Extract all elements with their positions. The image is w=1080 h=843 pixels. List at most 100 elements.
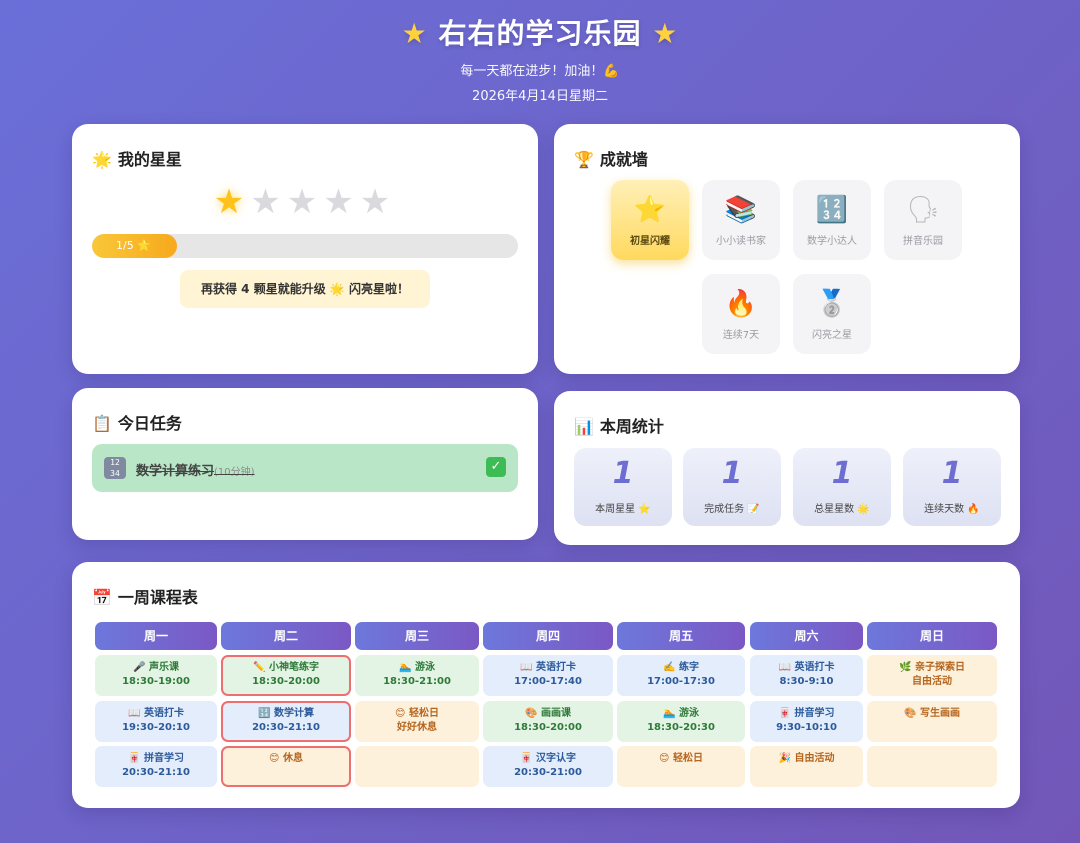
- badge-label: 拼音乐园: [903, 236, 943, 247]
- day-header: 周二: [221, 622, 351, 650]
- star-rating: ★★★★★: [72, 182, 538, 222]
- my-stars-card: 🌟 我的星星 ★★★★★ 1/5 ⭐ 再获得 4 颗星就能升级 🌟 闪亮星啦！: [72, 124, 538, 374]
- class-name: 🀄 拼音学习: [128, 753, 184, 764]
- class-name: 😊 轻松日: [395, 708, 439, 719]
- week-stats-card: 📊 本周统计 1 本周星星 ⭐ 1 完成任务 📝 1 总星星数 🌟 1 连续天数 …: [554, 391, 1020, 545]
- progress-fill: 1/5 ⭐: [92, 234, 178, 258]
- class-time: 20:30-21:10: [252, 722, 320, 733]
- class-name: 🌿 亲子探索日: [899, 662, 965, 673]
- schedule-cell[interactable]: 🀄 汉字认字 20:30-21:00: [483, 746, 613, 787]
- class-name: 🏊 游泳: [663, 708, 699, 719]
- day-header: 周四: [483, 622, 613, 650]
- class-time: 17:00-17:30: [647, 676, 715, 687]
- schedule-cell[interactable]: ✏️ 小神笔练字 18:30-20:00: [221, 655, 351, 696]
- class-time: 18:30-20:00: [252, 676, 320, 687]
- badge-icon: 📚: [724, 195, 758, 225]
- schedule-cell[interactable]: 😊 休息: [221, 746, 351, 787]
- class-name: 📖 英语打卡: [778, 662, 835, 673]
- badge-icon: 🥈: [815, 289, 849, 319]
- current-date: 2026年4月14日星期二: [472, 89, 608, 104]
- class-name: ✍️ 练字: [663, 662, 699, 673]
- schedule-cell[interactable]: 🏊 游泳 18:30-21:00: [355, 655, 479, 696]
- class-time: 18:30-19:00: [122, 676, 190, 687]
- class-name: 📖 英语打卡: [128, 708, 184, 719]
- card-title: 🏆 成就墙: [574, 150, 648, 169]
- schedule-cell[interactable]: 🀄 拼音学习 9:30-10:10: [750, 701, 863, 742]
- badge-icon: 🗣: [906, 195, 940, 225]
- badge-label: 闪亮之星: [812, 330, 852, 341]
- schedule-cell[interactable]: 😊 轻松日 好好休息: [355, 701, 479, 742]
- schedule-cell[interactable]: 🎉 自由活动: [750, 746, 863, 787]
- class-time: 17:00-17:40: [514, 676, 582, 687]
- task-item[interactable]: 12 34 数学计算练习(10分钟) ✓: [92, 444, 518, 492]
- day-header: 周五: [617, 622, 745, 650]
- stat-value: 1: [941, 456, 963, 491]
- schedule-cell[interactable]: 📖 英语打卡 17:00-17:40: [483, 655, 613, 696]
- page-title-text: 右右的学习乐园: [438, 17, 642, 50]
- badge-7-day-streak[interactable]: 🔥 连续7天: [702, 274, 780, 354]
- badge-first-star[interactable]: ⭐ 初星闪耀: [611, 180, 689, 260]
- badge-shining-star[interactable]: 🥈 闪亮之星: [793, 274, 871, 354]
- badge-math-master[interactable]: 🔢 数学小达人: [793, 180, 871, 260]
- class-time: 19:30-20:10: [122, 722, 190, 733]
- badge-label: 初星闪耀: [630, 236, 670, 247]
- card-title: 📋 今日任务: [92, 414, 182, 433]
- class-time: 自由活动: [912, 676, 952, 687]
- schedule-cell[interactable]: 🔢 数学计算 20:30-21:10: [221, 701, 351, 742]
- star-progress-bar: 1/5 ⭐: [92, 234, 518, 258]
- class-time: 20:30-21:10: [122, 767, 190, 778]
- schedule-cell-empty: [355, 746, 479, 787]
- page-header: ★ 右右的学习乐园 ★ 每一天都在进步！加油！💪 2026年4月14日星期二: [0, 12, 1080, 104]
- day-header: 周日: [867, 622, 997, 650]
- class-name: 🀄 拼音学习: [778, 708, 835, 719]
- class-name: 😊 轻松日: [659, 753, 703, 764]
- badge-label: 数学小达人: [807, 236, 857, 247]
- schedule-cell[interactable]: 😊 轻松日: [617, 746, 745, 787]
- schedule-cell[interactable]: 🏊 游泳 18:30-20:30: [617, 701, 745, 742]
- check-icon[interactable]: ✓: [486, 457, 506, 477]
- schedule-cell-empty: [867, 746, 997, 787]
- schedule-cell[interactable]: 🎨 画画课 18:30-20:00: [483, 701, 613, 742]
- class-name: 🎤 声乐课: [133, 662, 179, 673]
- achievement-wall-card: 🏆 成就墙 ⭐ 初星闪耀 📚 小小读书家 🔢 数学小达人 🗣 拼音乐园 🔥 连续7天 🥈 闪亮之星: [554, 124, 1020, 374]
- schedule-cell[interactable]: 🌿 亲子探索日 自由活动: [867, 655, 997, 696]
- badge-pinyin-park[interactable]: 🗣 拼音乐园: [884, 180, 962, 260]
- class-name: 🎉 自由活动: [778, 753, 835, 764]
- class-name: 🔢 数学计算: [258, 708, 314, 719]
- badge-icon: ⭐: [633, 195, 667, 225]
- star-icon: ★: [401, 17, 428, 50]
- schedule-cell[interactable]: 📖 英语打卡 8:30-9:10: [750, 655, 863, 696]
- schedule-cell[interactable]: 📖 英语打卡 19:30-20:10: [95, 701, 217, 742]
- schedule-cell[interactable]: 🎤 声乐课 18:30-19:00: [95, 655, 217, 696]
- stat-streak-days: 1 连续天数 🔥: [903, 448, 1001, 526]
- badge-little-reader[interactable]: 📚 小小读书家: [702, 180, 780, 260]
- badge-label: 小小读书家: [716, 236, 766, 247]
- card-title: 📅 一周课程表: [92, 588, 198, 607]
- page-subtitle: 每一天都在进步！加油！💪: [460, 64, 620, 79]
- class-name: 🏊 游泳: [399, 662, 435, 673]
- class-name: 📖 英语打卡: [520, 662, 576, 673]
- class-name: 😊 休息: [269, 753, 303, 764]
- schedule-cell[interactable]: 🎨 写生画画: [867, 701, 997, 742]
- class-name: ✏️ 小神笔练字: [253, 662, 319, 673]
- class-time: 18:30-21:00: [383, 676, 451, 687]
- level-up-hint: 再获得 4 颗星就能升级 🌟 闪亮星啦！: [180, 270, 430, 308]
- numbers-icon: 12 34: [104, 457, 126, 479]
- schedule-cell[interactable]: ✍️ 练字 17:00-17:30: [617, 655, 745, 696]
- class-time: 20:30-21:00: [514, 767, 582, 778]
- badge-icon: 🔥: [724, 289, 758, 319]
- stat-week-stars: 1 本周星星 ⭐: [574, 448, 672, 526]
- task-name: 数学计算练习(10分钟): [136, 464, 255, 479]
- schedule-cell[interactable]: 🀄 拼音学习 20:30-21:10: [95, 746, 217, 787]
- stat-label: 总星星数 🌟: [814, 504, 870, 515]
- stat-value: 1: [721, 456, 743, 491]
- weekly-schedule-card: 📅 一周课程表 周一 周二 周三 周四 周五 周六 周日 🎤 声乐课 18:30-19:00 ✏️ …: [72, 562, 1020, 808]
- star-empty-icon: ★: [250, 182, 287, 222]
- class-time: 18:30-20:00: [514, 722, 582, 733]
- trophy-icon: 🏆: [574, 150, 594, 169]
- class-time: 8:30-9:10: [779, 676, 834, 687]
- stat-value: 1: [612, 456, 634, 491]
- card-title: 🌟 我的星星: [92, 150, 182, 169]
- class-time: 18:30-20:30: [647, 722, 715, 733]
- star-empty-icon: ★: [286, 182, 324, 222]
